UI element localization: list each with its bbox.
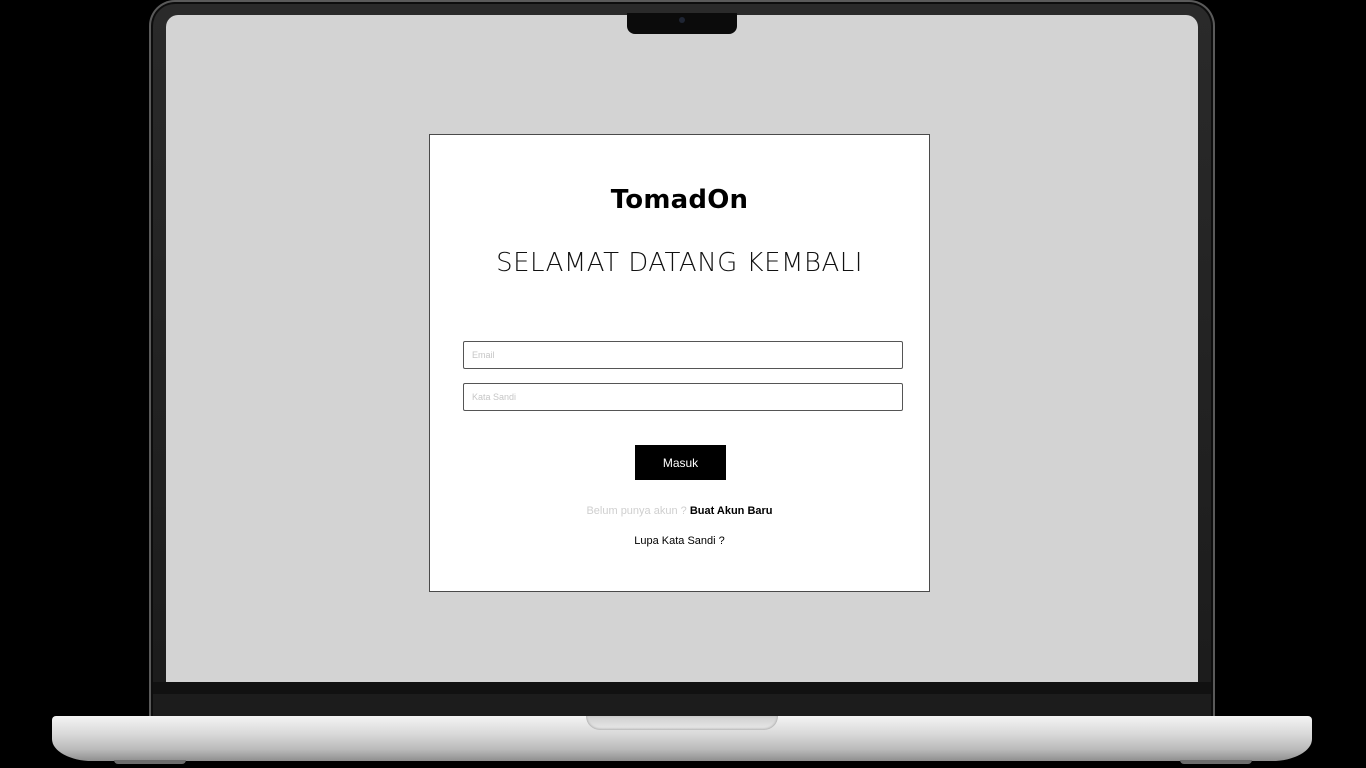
welcome-heading: SELAMAT DATANG KEMBALI [496, 248, 863, 278]
device-frame: TomadOn SELAMAT DATANG KEMBALI Masuk Bel… [0, 0, 1366, 768]
hinge-strip [153, 694, 1211, 718]
signup-row: Belum punya akun ? Buat Akun Baru [430, 505, 929, 517]
camera-icon [679, 17, 685, 23]
signup-prompt: Belum punya akun ? [586, 505, 690, 517]
email-input[interactable] [463, 341, 903, 369]
login-card: TomadOn SELAMAT DATANG KEMBALI Masuk Bel… [429, 134, 930, 592]
password-input[interactable] [463, 383, 903, 411]
laptop-foot-right [1180, 760, 1252, 764]
create-account-link[interactable]: Buat Akun Baru [690, 505, 773, 517]
login-button[interactable]: Masuk [635, 445, 726, 480]
camera-notch [627, 13, 737, 34]
forgot-password-link[interactable]: Lupa Kata Sandi ? [634, 535, 725, 547]
forgot-row: Lupa Kata Sandi ? [430, 535, 929, 547]
trackpad-notch [586, 716, 778, 730]
brand-title: TomadOn [610, 185, 749, 215]
laptop-foot-left [114, 760, 186, 764]
